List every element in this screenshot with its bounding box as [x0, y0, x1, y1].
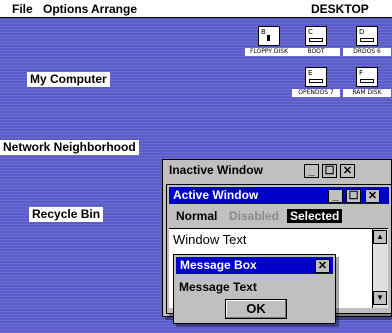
maximize-icon: ☐ — [324, 165, 335, 177]
scroll-down-button[interactable]: ▼ — [373, 291, 387, 305]
drive-d-icon[interactable]: D DRDOS 6 — [343, 26, 392, 60]
message-text: Message Text — [179, 280, 257, 294]
drive-label: BOOT — [292, 48, 340, 56]
menu-file[interactable]: File — [12, 2, 33, 16]
minimize-button[interactable]: _ — [304, 164, 319, 178]
message-box-titlebar[interactable]: Message Box — [176, 257, 333, 274]
tab-disabled: Disabled — [229, 209, 280, 223]
drive-label: FLOPPY DISK — [245, 48, 293, 56]
vertical-scrollbar[interactable]: ▲ ▼ — [372, 229, 388, 308]
close-button[interactable]: ✕ — [340, 164, 355, 178]
ok-button[interactable]: OK — [225, 299, 287, 319]
hard-disk-icon: D — [356, 26, 378, 46]
scroll-up-icon: ▲ — [376, 232, 384, 241]
menu-arrange[interactable]: Arrange — [91, 2, 137, 16]
close-icon: ✕ — [317, 260, 328, 272]
menu-bar: File Options Arrange DESKTOP — [0, 0, 392, 18]
inactive-window-title: Inactive Window — [169, 163, 263, 177]
close-button[interactable]: ✕ — [365, 189, 380, 203]
tab-selected[interactable]: Selected — [287, 209, 343, 223]
minimize-button[interactable]: _ — [328, 189, 343, 203]
close-icon: ✕ — [367, 190, 378, 202]
close-icon: ✕ — [342, 165, 353, 177]
ram-disk-icon: F — [356, 67, 378, 87]
drive-label: RAM DISK — [343, 89, 391, 97]
message-box-title: Message Box — [180, 258, 257, 272]
floppy-drive-icon: B — [258, 26, 280, 46]
menu-options[interactable]: Options — [43, 2, 88, 16]
tab-normal[interactable]: Normal — [173, 209, 220, 223]
window-text: Window Text — [173, 232, 247, 247]
drive-c-icon[interactable]: C BOOT — [292, 26, 342, 60]
drive-b-icon[interactable]: B FLOPPY DISK — [245, 26, 295, 60]
maximize-button[interactable]: ☐ — [322, 164, 337, 178]
network-neighborhood-icon-label[interactable]: Network Neighborhood — [0, 140, 139, 155]
scroll-up-button[interactable]: ▲ — [373, 230, 387, 244]
scroll-down-icon: ▼ — [376, 293, 384, 302]
minimize-icon: _ — [332, 190, 339, 202]
maximize-icon: ☐ — [348, 190, 359, 202]
drive-e-icon[interactable]: E OPENDOS 7 — [292, 67, 342, 101]
close-button[interactable]: ✕ — [315, 259, 330, 273]
maximize-button[interactable]: ☐ — [346, 189, 361, 203]
minimize-icon: _ — [308, 165, 315, 177]
my-computer-icon-label[interactable]: My Computer — [27, 72, 110, 87]
recycle-bin-icon-label[interactable]: Recycle Bin — [29, 207, 104, 222]
active-window-title: Active Window — [173, 188, 259, 202]
message-box[interactable]: Message Box ✕ Message Text OK — [173, 254, 336, 324]
drive-label: DRDOS 6 — [343, 48, 391, 56]
hard-disk-icon: C — [305, 26, 327, 46]
drive-label: OPENDOS 7 — [292, 89, 340, 97]
drive-f-icon[interactable]: F RAM DISK — [343, 67, 392, 101]
desktop-title: DESKTOP — [311, 2, 369, 16]
hard-disk-icon: E — [305, 67, 327, 87]
menu-tabs: Normal Disabled Selected — [169, 208, 389, 224]
inactive-window-titlebar[interactable]: Inactive Window — [165, 162, 389, 179]
